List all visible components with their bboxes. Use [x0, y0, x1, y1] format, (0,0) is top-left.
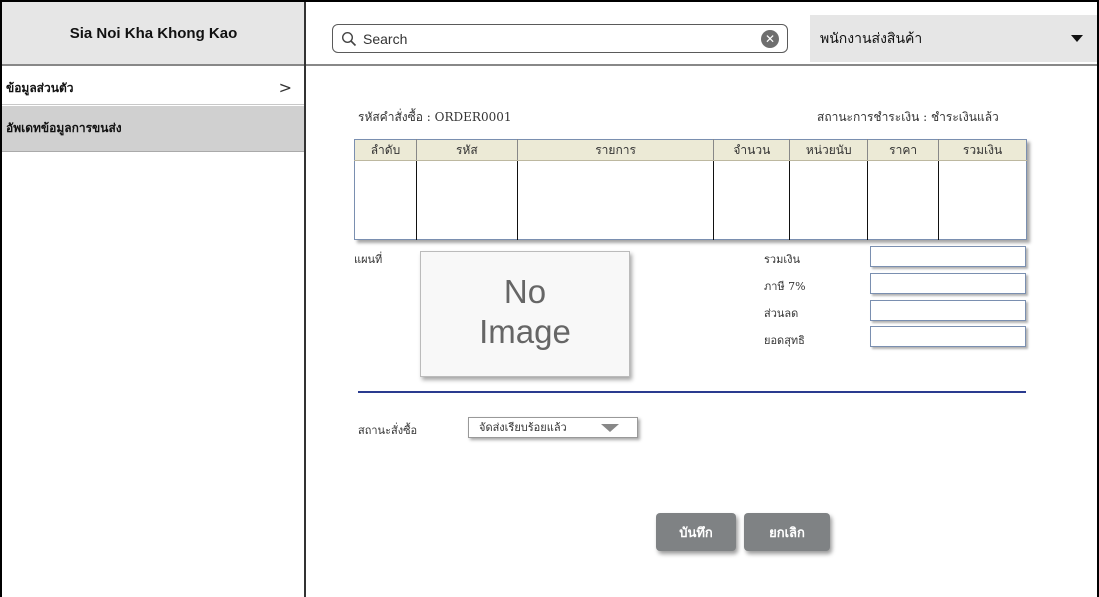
sidebar-item-profile[interactable]: ข้อมูลส่วนตัว >: [2, 72, 304, 105]
chevron-right-icon: >: [278, 78, 292, 97]
table-header-row: ลำดับ รหัส รายการ จำนวน หน่วยนับ ราคา รว…: [354, 139, 1027, 161]
search-placeholder: Search: [363, 30, 408, 47]
column-header: รวมเงิน: [938, 139, 1027, 161]
net-label: ยอดสุทธิ: [764, 334, 805, 347]
table-row: [354, 160, 1027, 240]
chevron-down-icon: [601, 424, 619, 432]
sidebar-item-label: ข้อมูลส่วนตัว: [6, 80, 74, 95]
chevron-down-icon: [1071, 35, 1083, 42]
total-field[interactable]: [870, 246, 1026, 267]
order-id: รหัสคำสั่งซื้อ : ORDER0001: [358, 110, 512, 124]
sidebar-item-label: อัพเดทข้อมูลการขนส่ง: [6, 121, 122, 135]
sidebar-item-shipping-update[interactable]: อัพเดทข้อมูลการขนส่ง: [2, 106, 304, 152]
search-input[interactable]: Search ✕: [332, 24, 788, 53]
order-status-label: สถานะสั่งซื้อ: [358, 424, 418, 437]
role-label: พนักงานส่งสินค้า: [820, 30, 923, 47]
discount-field[interactable]: [870, 300, 1026, 321]
column-header: รายการ: [517, 139, 715, 161]
discount-label: ส่วนลด: [764, 307, 799, 320]
no-image-line2: Image: [479, 313, 571, 350]
payment-status: สถานะการชำระเงิน : ชำระเงินแล้ว: [817, 110, 999, 124]
vat-label: ภาษี 7%: [764, 280, 806, 293]
cancel-button[interactable]: ยกเลิก: [744, 513, 830, 551]
map-image-placeholder: No Image: [420, 251, 630, 377]
app-title: Sia Noi Kha Khong Kao: [2, 2, 305, 66]
column-header: ลำดับ: [354, 139, 417, 161]
header-bar: Search ✕ พนักงานส่งสินค้า: [306, 2, 1097, 66]
column-header: หน่วยนับ: [789, 139, 869, 161]
no-image-line1: No: [503, 273, 547, 310]
clear-icon[interactable]: ✕: [761, 30, 779, 48]
net-field[interactable]: [870, 326, 1026, 347]
vat-field[interactable]: [870, 273, 1026, 294]
app-title-text: Sia Noi Kha Khong Kao: [69, 24, 238, 42]
total-label: รวมเงิน: [764, 253, 800, 266]
order-status-value: จัดส่งเรียบร้อยแล้ว: [479, 421, 567, 434]
column-header: รหัส: [416, 139, 518, 161]
map-label: แผนที่: [354, 253, 383, 266]
save-button[interactable]: บันทึก: [656, 513, 736, 551]
order-status-select[interactable]: จัดส่งเรียบร้อยแล้ว: [468, 417, 638, 438]
search-icon: [341, 31, 357, 46]
role-dropdown[interactable]: พนักงานส่งสินค้า: [810, 15, 1097, 62]
pane-divider: [304, 2, 306, 597]
column-header: ราคา: [867, 139, 940, 161]
order-items-table: ลำดับ รหัส รายการ จำนวน หน่วยนับ ราคา รว…: [354, 139, 1027, 240]
section-divider: [358, 391, 1026, 393]
column-header: จำนวน: [713, 139, 791, 161]
